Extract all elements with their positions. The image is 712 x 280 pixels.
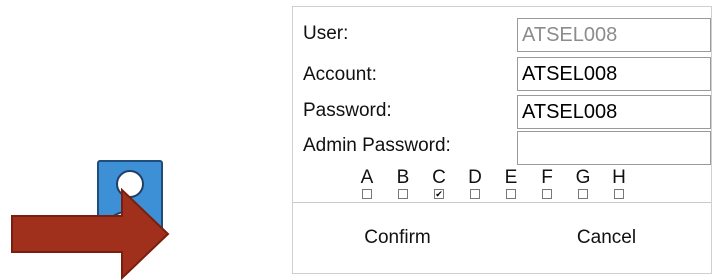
checkbox-g-label: G	[575, 167, 591, 188]
checkbox-b-box[interactable]	[398, 189, 408, 199]
checkbox-f-label: F	[541, 167, 553, 188]
checkbox-a[interactable]: A	[355, 167, 379, 199]
account-field[interactable]: ATSEL008	[517, 57, 711, 91]
login-dialog: User: ATSEL008 Account: ATSEL008 Passwor…	[292, 6, 712, 274]
checkbox-b[interactable]: B	[391, 167, 415, 199]
checkbox-e-box[interactable]	[506, 189, 516, 199]
checkbox-g-box[interactable]	[578, 189, 588, 199]
checkbox-c-box[interactable]: ✔	[434, 189, 444, 199]
admin-password-label: Admin Password:	[303, 135, 451, 156]
checkbox-c[interactable]: C ✔	[427, 167, 451, 199]
checkbox-f-box[interactable]	[542, 189, 552, 199]
checkbox-h-box[interactable]	[614, 189, 624, 199]
checkbox-h-label: H	[612, 167, 626, 188]
account-label: Account:	[303, 64, 377, 85]
password-label: Password:	[303, 100, 392, 121]
checkbox-g[interactable]: G	[571, 167, 595, 199]
checkbox-a-label: A	[360, 167, 374, 188]
checkbox-d-box[interactable]	[470, 189, 480, 199]
cancel-button[interactable]: Cancel	[502, 203, 711, 273]
dialog-button-bar: Confirm Cancel	[293, 202, 711, 273]
checkbox-e[interactable]: E	[499, 167, 523, 199]
red-arrow-icon	[11, 188, 170, 280]
checkbox-e-label: E	[504, 167, 518, 188]
checkbox-d-label: D	[468, 167, 482, 188]
checkbox-f[interactable]: F	[535, 167, 559, 199]
user-field: ATSEL008	[517, 18, 711, 52]
checkbox-d[interactable]: D	[463, 167, 487, 199]
checkbox-h[interactable]: H	[607, 167, 631, 199]
admin-password-field[interactable]	[517, 131, 711, 165]
checkbox-b-label: B	[396, 167, 410, 188]
user-label: User:	[303, 23, 349, 44]
checkbox-a-box[interactable]	[362, 189, 372, 199]
password-field[interactable]: ATSEL008	[517, 95, 711, 129]
confirm-button[interactable]: Confirm	[293, 203, 503, 273]
checkbox-c-label: C	[432, 167, 446, 188]
